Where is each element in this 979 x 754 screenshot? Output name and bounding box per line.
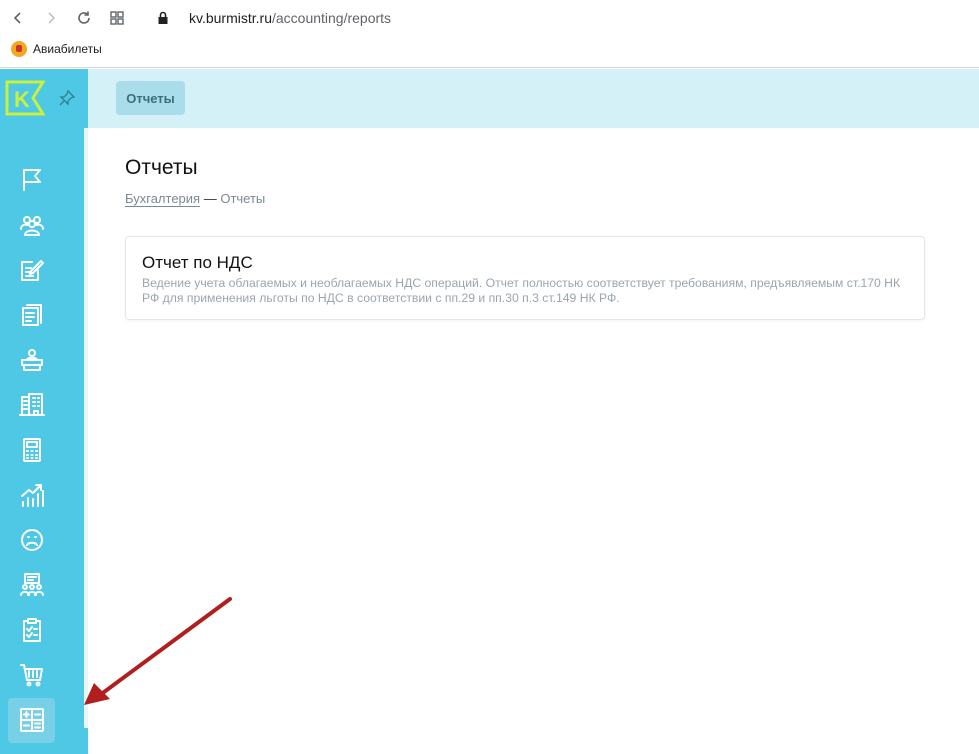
browser-chrome: kv.burmistr.ru/accounting/reports Авиаби… bbox=[0, 0, 979, 68]
meeting-icon[interactable] bbox=[18, 571, 46, 599]
pin-icon[interactable] bbox=[58, 89, 76, 107]
reload-icon[interactable] bbox=[73, 7, 95, 29]
forward-icon[interactable] bbox=[40, 7, 62, 29]
sad-face-icon[interactable] bbox=[18, 526, 46, 554]
back-icon[interactable] bbox=[7, 7, 29, 29]
people-icon[interactable] bbox=[18, 211, 46, 239]
lock-icon bbox=[152, 7, 174, 29]
bookmark-aviabilety[interactable]: Авиабилеты bbox=[11, 41, 102, 57]
breadcrumb-separator: — bbox=[200, 191, 221, 206]
breadcrumb-link-accounting[interactable]: Бухгалтерия bbox=[125, 191, 201, 207]
checklist-icon[interactable] bbox=[18, 616, 46, 644]
calculator-icon[interactable] bbox=[18, 436, 46, 464]
bookmark-label: Авиабилеты bbox=[33, 42, 102, 56]
reception-desk-icon[interactable] bbox=[18, 346, 46, 374]
annotation-arrow-icon bbox=[84, 597, 232, 705]
growth-chart-icon[interactable] bbox=[18, 481, 46, 509]
url-host: kv.burmistr.ru bbox=[189, 10, 272, 26]
sidebar: K bbox=[0, 69, 88, 754]
page-title: Отчеты bbox=[125, 156, 198, 179]
url-path: /accounting/reports bbox=[271, 10, 392, 26]
report-card-vat[interactable]: Отчет по НДС Ведение учета облагаемых и … bbox=[125, 236, 925, 320]
cart-icon[interactable] bbox=[18, 661, 46, 689]
bookmark-favicon-icon bbox=[11, 41, 27, 57]
tab-reports[interactable]: Отчеты bbox=[116, 81, 185, 115]
documents-icon[interactable] bbox=[18, 301, 46, 329]
accounting-icon[interactable] bbox=[18, 706, 46, 734]
breadcrumb: Бухгалтерия — Отчеты bbox=[125, 191, 266, 207]
tabs-grid-icon[interactable] bbox=[106, 7, 128, 29]
flag-icon[interactable] bbox=[18, 166, 46, 194]
address-bar[interactable]: kv.burmistr.ru/accounting/reports bbox=[189, 8, 391, 28]
breadcrumb-current: Отчеты bbox=[220, 191, 266, 206]
edit-document-icon[interactable] bbox=[18, 256, 46, 284]
report-card-title[interactable]: Отчет по НДС bbox=[142, 253, 253, 273]
top-bar: Отчеты bbox=[88, 69, 979, 128]
building-icon[interactable] bbox=[18, 391, 46, 419]
logo-letter: K bbox=[14, 87, 30, 112]
logo-icon[interactable]: K bbox=[5, 80, 46, 116]
report-card-description: Ведение учета облагаемых и необлагаемых … bbox=[142, 276, 901, 305]
